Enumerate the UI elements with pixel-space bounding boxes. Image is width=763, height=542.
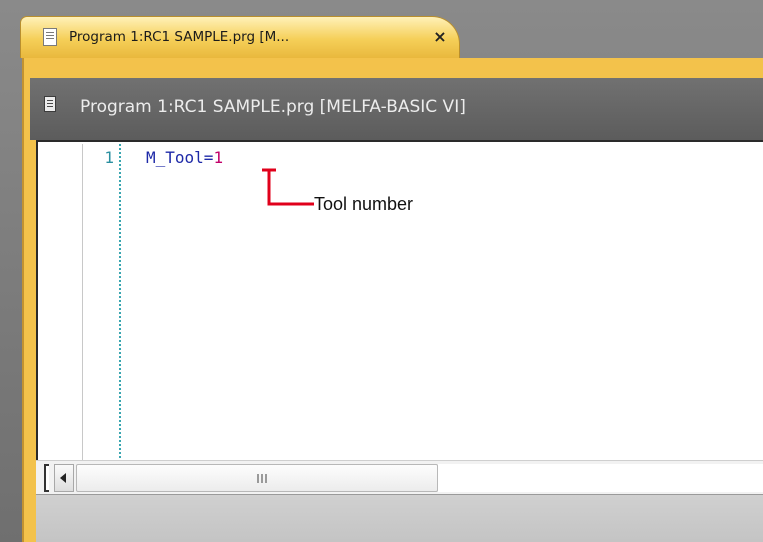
tab-title: Program 1:RC1 SAMPLE.prg [M... — [69, 29, 290, 45]
arrow-left-icon[interactable] — [54, 464, 74, 492]
horizontal-scrollbar[interactable] — [36, 460, 763, 494]
scrollbar-edge — [44, 464, 49, 492]
scrollbar-track[interactable] — [438, 464, 763, 492]
code-value: 1 — [213, 148, 224, 167]
document-title: Program 1:RC1 SAMPLE.prg [MELFA-BASIC VI… — [80, 97, 466, 117]
status-area — [36, 494, 763, 542]
code-line[interactable]: M_Tool=1 — [146, 148, 223, 168]
document-header: Program 1:RC1 SAMPLE.prg [MELFA-BASIC VI… — [30, 78, 763, 140]
annotation-bracket — [262, 168, 314, 206]
scrollbar-thumb[interactable] — [76, 464, 438, 492]
annotation-label: Tool number — [314, 194, 414, 214]
document-icon — [43, 28, 57, 46]
close-icon[interactable]: × — [430, 25, 450, 49]
grip-icon — [257, 474, 269, 483]
gutter-marker-line — [119, 144, 121, 462]
document-tab[interactable]: Program 1:RC1 SAMPLE.prg [M... × — [20, 16, 460, 58]
code-operator: = — [203, 148, 214, 167]
line-number: 1 — [104, 148, 114, 167]
code-variable: M_Tool — [146, 148, 204, 167]
document-icon — [44, 96, 56, 112]
gutter-divider — [82, 144, 84, 462]
